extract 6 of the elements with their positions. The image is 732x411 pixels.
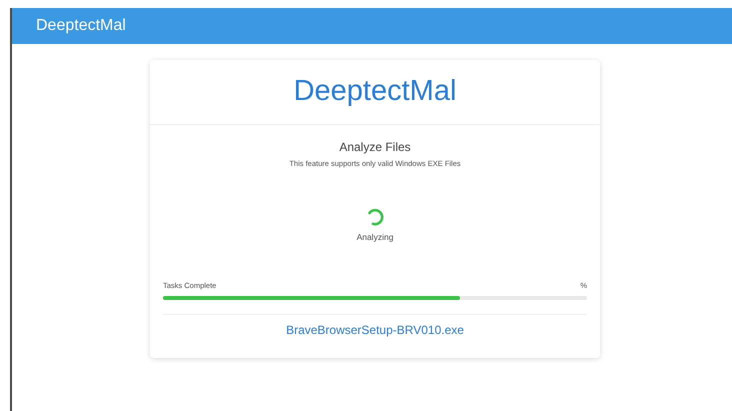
app-title: DeeptectMal [36,16,126,36]
section-heading: Analyze Files [339,139,411,156]
spinner-icon [365,207,385,228]
status-text: Analyzing [356,231,394,244]
file-name: BraveBrowserSetup-BRV010.exe [286,322,464,340]
card-title: DeeptectMal [294,74,456,110]
